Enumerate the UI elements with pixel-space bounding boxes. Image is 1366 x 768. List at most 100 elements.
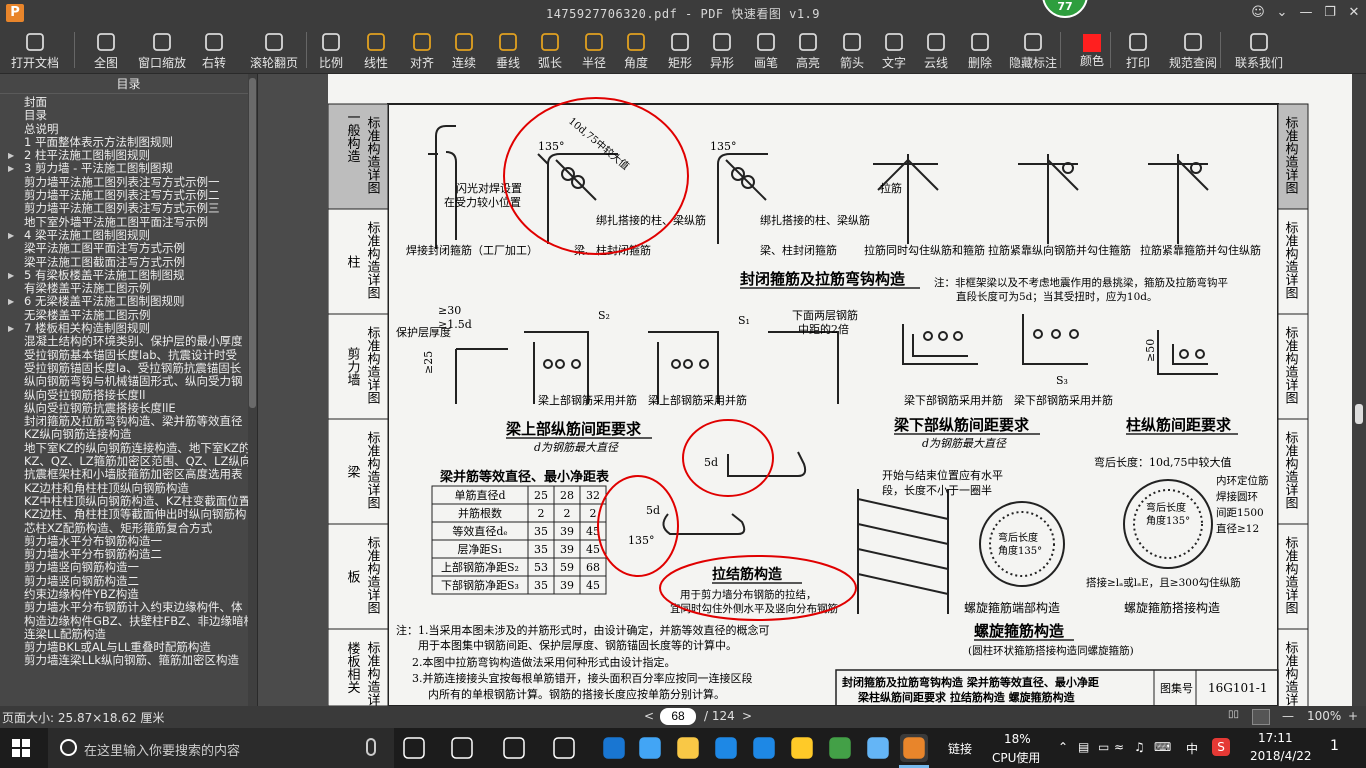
toc-scroll-thumb[interactable] [249,78,256,408]
toc-item[interactable]: 剪力墙水平分布钢筋构造一 [0,535,248,548]
toc-item[interactable]: 目录 [0,109,248,122]
green-app-icon[interactable] [826,734,854,762]
device-icon[interactable]: ▤ [1078,740,1089,754]
zoom-in-button[interactable]: + [1348,709,1358,723]
arc-tool-button[interactable]: 弧长 [532,28,568,72]
task-view-icon[interactable] [400,734,428,762]
pinwheel-app-icon[interactable] [448,734,476,762]
toc-item[interactable]: 受拉钢筋锚固长度la、受拉钢筋抗震锚固长 [0,362,248,375]
red-annotation-ellipses[interactable] [503,97,857,621]
keyboard-icon[interactable]: ⌨ [1154,740,1171,754]
toc-item[interactable]: 封面 [0,96,248,109]
annotation-ellipse-3[interactable] [597,475,679,577]
toc-item[interactable]: 剪力墙平法施工图列表注写方式示例一 [0,176,248,189]
clock-date[interactable]: 2018/4/22 [1250,749,1312,763]
toc-item[interactable]: ▶ 5 有梁板楼盖平法施工图制图规 [0,269,248,282]
toc-scrollbar[interactable] [248,74,257,706]
zoom-level[interactable]: 100% [1307,709,1341,723]
toc-item[interactable]: 剪力墙水平分布钢筋计入约束边缘构件、体 [0,601,248,614]
toc-item[interactable]: 纵向钢筋弯钩与机械锚固形式、纵向受力钢 [0,375,248,388]
ie-icon[interactable] [636,734,664,762]
toc-item[interactable]: KZ纵向钢筋连接构造 [0,428,248,441]
zoom-out-button[interactable]: — [1282,709,1294,723]
continuous-view-icon[interactable] [1252,709,1270,725]
taskbar-search-box[interactable]: 在这里输入你要搜索的内容 [48,728,394,768]
toc-item[interactable]: ▶ 2 柱平法施工图制图规则 [0,149,248,162]
notification-center-icon[interactable]: 1 [1330,738,1339,754]
toc-item[interactable]: ▶ 7 楼板相关构造制图规则 [0,322,248,335]
link-label[interactable]: 链接 [948,740,972,757]
volume-icon[interactable]: ♫ [1134,740,1145,754]
close-button[interactable]: ✕ [1344,4,1364,22]
shape-tool-button[interactable]: 异形 [704,28,740,72]
toc-item[interactable]: 剪力墙平法施工图列表注写方式示例三 [0,202,248,215]
single-page-view-icon[interactable]: ▯▯ [1228,709,1239,720]
restore-button[interactable]: ❐ [1320,4,1340,22]
toc-item[interactable]: 地下室外墙平法施工图平面注写示例 [0,216,248,229]
contact-tool-button[interactable]: 联系我们 [1230,28,1288,72]
zoom-tool-button[interactable]: 窗口缩放 [134,28,190,72]
erase-tool-button[interactable]: 删除 [962,28,998,72]
hide-tool-button[interactable]: 隐藏标注 [1004,28,1062,72]
toc-item[interactable]: 有梁楼盖平法施工图示例 [0,282,248,295]
toc-item[interactable]: ▶ 6 无梁楼盖平法施工图制图规则 [0,295,248,308]
toc-item[interactable]: 剪力墙BKL或AL与LL重叠时配筋构造 [0,641,248,654]
toc-item[interactable]: KZ中柱柱顶纵向钢筋构造、KZ柱变截面位置 [0,495,248,508]
document-viewer[interactable]: 一般构造 标准构造详图柱标准构造详图 剪力墙 标准构造详图梁标准构造详图板标准构造详图… [258,74,1352,706]
continuous-tool-button[interactable]: 连续 [446,28,482,72]
menu-chevron-icon[interactable]: ⌄ [1272,4,1292,22]
wheel-tool-button[interactable]: 滚轮翻页 [246,28,302,72]
feiyu-app-icon[interactable] [750,734,778,762]
viewer-scroll-thumb[interactable] [1355,404,1363,424]
print-tool-button[interactable]: 打印 [1120,28,1156,72]
toc-item[interactable]: 芯柱XZ配筋构造、矩形箍筋复合方式 [0,522,248,535]
toc-item[interactable]: 构造边缘构件GBZ、扶壁柱FBZ、非边缘暗柱 [0,615,248,628]
toc-item[interactable]: 梁平法施工图平面注写方式示例 [0,242,248,255]
prev-page-button[interactable]: < [644,709,654,723]
text-tool-button[interactable]: 文字 [876,28,912,72]
notes-app-icon[interactable] [788,734,816,762]
scale-tool-button[interactable]: 比例 [316,28,346,72]
toc-item[interactable]: 总说明 [0,123,248,136]
perp-tool-button[interactable]: 垂线 [490,28,526,72]
toc-item[interactable]: 受拉钢筋基本锚固长度lab、抗震设计时受 [0,349,248,362]
angle-tool-button[interactable]: 角度 [618,28,654,72]
toc-item[interactable]: 混凝土结构的环境类别、保护层的最小厚度 [0,335,248,348]
rotate-tool-button[interactable]: 右转 [196,28,232,72]
toc-item[interactable]: KZ边柱、角柱柱顶等截面伸出时纵向钢筋构 [0,508,248,521]
toc-item[interactable]: 1 平面整体表示方法制图规则 [0,136,248,149]
page-number-input[interactable] [660,708,696,725]
toc-item[interactable]: 约束边缘构件YBZ构造 [0,588,248,601]
expand-triangle-icon[interactable]: ▶ [8,322,14,335]
annotation-ellipse-1[interactable] [503,97,689,255]
sogou-input-icon[interactable]: S [1212,738,1230,756]
rect-tool-button[interactable]: 矩形 [662,28,698,72]
toc-item[interactable]: 纵向受拉钢筋抗震搭接长度llE [0,402,248,415]
minimize-button[interactable]: — [1296,4,1316,22]
edge-icon[interactable] [600,734,628,762]
expand-triangle-icon[interactable]: ▶ [8,149,14,162]
microphone-icon[interactable] [366,738,376,756]
toc-item[interactable]: 剪力墙竖向钢筋构造二 [0,575,248,588]
expand-triangle-icon[interactable]: ▶ [8,269,14,282]
toc-item[interactable]: KZ、QZ、LZ箍筋加密区范围、QZ、LZ纵向钢 [0,455,248,468]
toc-item[interactable]: 无梁楼盖平法施工图示例 [0,309,248,322]
expand-triangle-icon[interactable]: ▶ [8,162,14,175]
toc-item[interactable]: 抗震框架柱和小墙肢箍筋加密区高度选用表 [0,468,248,481]
ie-old-icon[interactable] [500,734,528,762]
toc-item[interactable]: KZ边柱和角柱柱顶纵向钢筋构造 [0,482,248,495]
radius-tool-button[interactable]: 半径 [576,28,612,72]
fit-tool-button[interactable]: 全图 [88,28,124,72]
toc-item[interactable]: 纵向受拉钢筋搭接长度ll [0,389,248,402]
battery-icon[interactable]: ▭ [1098,740,1109,754]
next-page-button[interactable]: > [742,709,752,723]
spec-tool-button[interactable]: 规范查阅 [1164,28,1222,72]
toc-item[interactable]: 封闭箍筋及拉筋弯钩构造、梁并筋等效直径 [0,415,248,428]
toc-item[interactable]: 剪力墙连梁LLk纵向钢筋、箍筋加密区构造 [0,654,248,667]
open-tool-button[interactable]: 打开文档 [6,28,64,72]
expand-triangle-icon[interactable]: ▶ [8,295,14,308]
viewer-scrollbar[interactable] [1352,74,1366,706]
toc-item[interactable]: 剪力墙水平分布钢筋构造二 [0,548,248,561]
toc-item[interactable]: 梁平法施工图截面注写方式示例 [0,256,248,269]
file-explorer-icon[interactable] [674,734,702,762]
